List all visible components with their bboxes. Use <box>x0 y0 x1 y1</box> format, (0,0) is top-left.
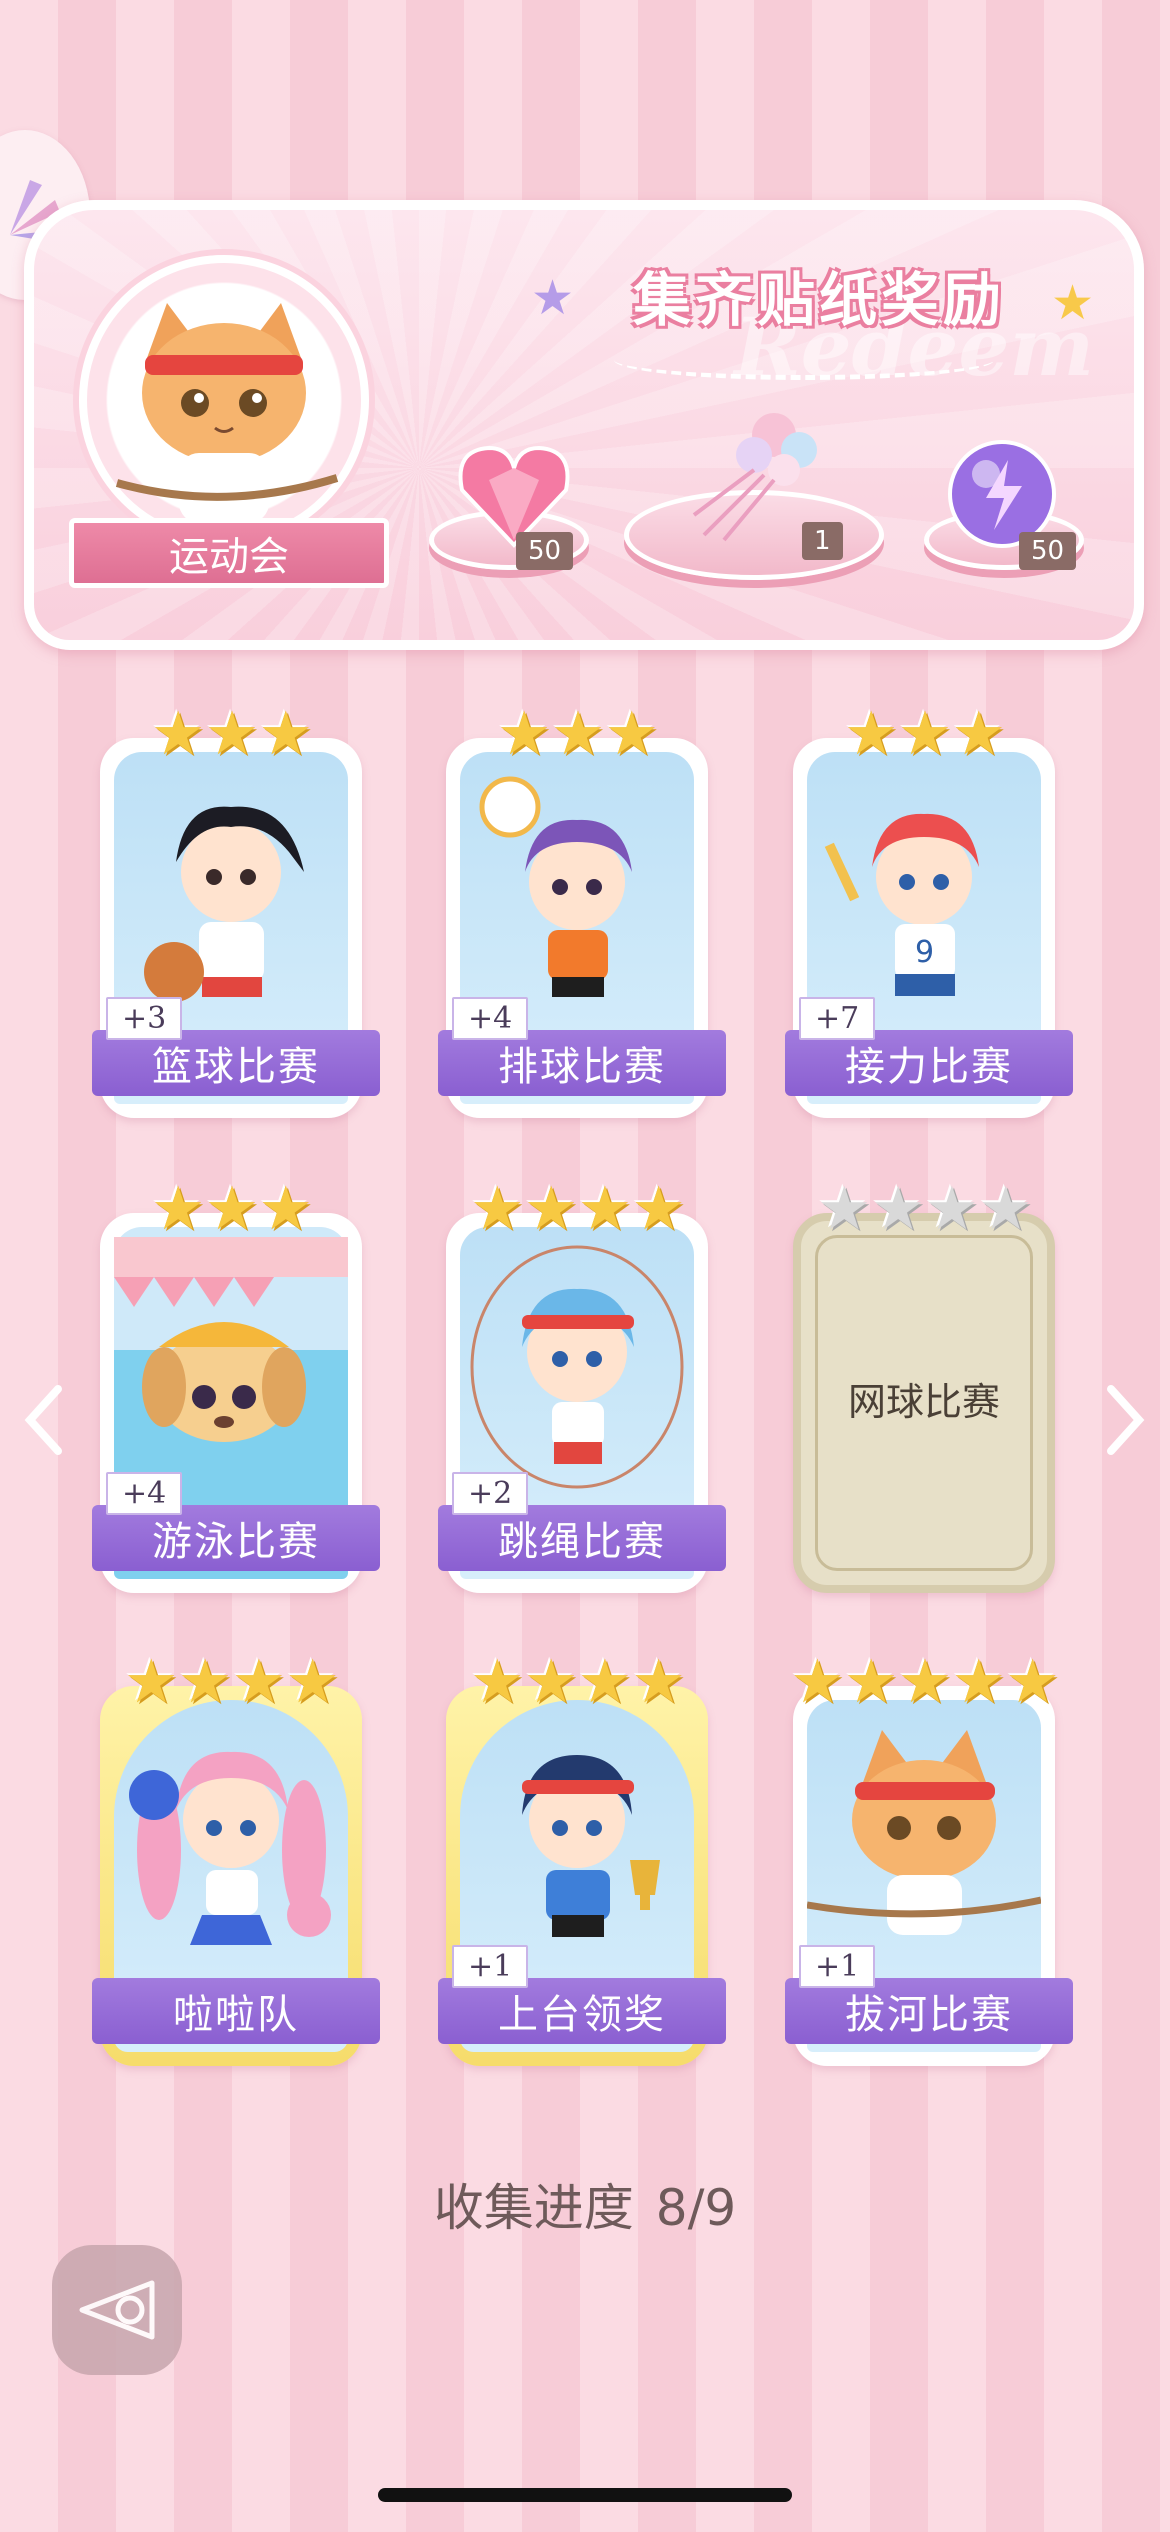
star-icon: ★ <box>524 1647 578 1717</box>
event-name-ribbon: 运动会 <box>69 518 389 588</box>
card-frame: 篮球比赛 +3 <box>92 738 380 1118</box>
sticker-card[interactable]: 网球比赛 ★ ★ ★ ★ <box>785 1175 1055 1593</box>
card-count-badge: +3 <box>106 997 183 1040</box>
sticker-card[interactable]: 啦啦队 ★ ★ ★ ★ <box>92 1648 380 2066</box>
star-icon: ★ <box>951 1647 1006 1717</box>
card-frame: 9 接力比赛 +7 <box>785 738 1073 1118</box>
sticker-card[interactable]: 篮球比赛 +3 ★ ★ ★ <box>92 700 380 1118</box>
gold-star-icon: ★ <box>1050 275 1094 331</box>
star-icon: ★ <box>205 699 259 769</box>
star-rating: ★ ★ ★ <box>92 700 372 764</box>
home-indicator <box>378 2488 792 2502</box>
star-icon: ★ <box>631 1174 686 1244</box>
back-button[interactable] <box>52 2245 182 2375</box>
card-name: 啦啦队 <box>92 1978 380 2044</box>
star-rating: ★ ★ ★ <box>438 700 718 764</box>
star-icon: ★ <box>470 1647 525 1717</box>
prev-page-button[interactable] <box>14 1375 74 1465</box>
star-icon: ★ <box>551 699 605 769</box>
star-icon: ★ <box>604 699 659 769</box>
card-count-badge: +1 <box>452 1945 529 1988</box>
star-icon: ★ <box>178 1647 232 1717</box>
star-icon: ★ <box>844 699 899 769</box>
star-icon: ★ <box>470 1174 525 1244</box>
event-avatar <box>79 255 369 545</box>
card-frame: 拔河比赛 +1 <box>785 1686 1073 2066</box>
headband-cat-icon <box>115 303 339 523</box>
star-rating: ★ ★ ★ <box>785 700 1065 764</box>
star-icon: ★ <box>258 699 313 769</box>
card-count-badge: +1 <box>799 1945 876 1988</box>
star-icon: ★ <box>817 1174 872 1244</box>
star-icon: ★ <box>205 1174 259 1244</box>
star-icon: ★ <box>524 1174 578 1244</box>
sticker-card[interactable]: 拔河比赛 +1 ★ ★ ★ ★ ★ <box>785 1648 1073 2066</box>
purple-star-icon: ★ <box>530 270 574 326</box>
star-icon: ★ <box>124 1647 179 1717</box>
star-icon: ★ <box>631 1647 686 1717</box>
star-icon: ★ <box>285 1647 340 1717</box>
banner-title: 集齐贴纸奖励 <box>632 266 1005 334</box>
card-name: 网球比赛 <box>847 1380 1000 1424</box>
reward-count-badge: 50 <box>1019 532 1077 570</box>
star-icon: ★ <box>790 1647 845 1717</box>
star-icon: ★ <box>898 1647 952 1717</box>
chevron-right-icon <box>1107 1385 1145 1455</box>
reward-count-badge: 50 <box>516 532 574 570</box>
svg-text:9: 9 <box>915 935 934 970</box>
sticker-card[interactable]: 排球比赛 +4 ★ ★ ★ <box>438 700 726 1118</box>
next-page-button[interactable] <box>1095 1375 1155 1465</box>
sticker-card[interactable]: 上台领奖 +1 ★ ★ ★ ★ <box>438 1648 726 2066</box>
star-icon: ★ <box>925 1174 979 1244</box>
card-count-badge: +7 <box>799 997 876 1040</box>
star-icon: ★ <box>951 699 1006 769</box>
progress-label: 收集进度 <box>433 2179 634 2237</box>
card-count-badge: +2 <box>452 1472 529 1515</box>
card-frame: 排球比赛 +4 <box>438 738 726 1118</box>
star-icon: ★ <box>844 1647 899 1717</box>
progress-value: 8/9 <box>655 2179 737 2237</box>
card-frame: 网球比赛 <box>793 1213 1055 1593</box>
star-rating: ★ ★ ★ <box>92 1175 372 1239</box>
reward-count-badge: 1 <box>802 522 843 560</box>
star-icon: ★ <box>578 1647 632 1717</box>
star-icon: ★ <box>151 1174 206 1244</box>
sticker-card[interactable]: 游泳比赛 +4 ★ ★ ★ <box>92 1175 380 1593</box>
collection-progress: 收集进度 8/9 <box>0 2168 1170 2240</box>
sticker-card[interactable]: 9 接力比赛 +7 ★ ★ ★ <box>785 700 1073 1118</box>
star-icon: ★ <box>578 1174 632 1244</box>
card-count-badge: +4 <box>106 1472 183 1515</box>
star-icon: ★ <box>978 1174 1033 1244</box>
star-icon: ★ <box>151 699 206 769</box>
star-rating: ★ ★ ★ ★ <box>438 1175 718 1239</box>
card-frame: 游泳比赛 +4 <box>92 1213 380 1593</box>
banner-title-wrap: 集齐贴纸奖励 <box>584 250 1054 340</box>
card-frame: 啦啦队 <box>92 1686 380 2066</box>
star-rating: ★ ★ ★ ★ <box>438 1648 718 1712</box>
star-icon: ★ <box>898 699 952 769</box>
back-arrow-icon <box>79 2280 155 2340</box>
card-frame: 上台领奖 +1 <box>438 1686 726 2066</box>
card-frame: 跳绳比赛 +2 <box>438 1213 726 1593</box>
star-icon: ★ <box>1005 1647 1060 1717</box>
star-icon: ★ <box>258 1174 313 1244</box>
star-rating: ★ ★ ★ ★ <box>92 1648 372 1712</box>
star-rating: ★ ★ ★ ★ <box>785 1175 1065 1239</box>
chevron-left-icon <box>24 1385 62 1455</box>
reward-banner: Redeem ★ ★ 集齐贴纸奖励 运动会 50 1 50 <box>24 200 1144 650</box>
star-icon: ★ <box>497 699 552 769</box>
card-count-badge: +4 <box>452 997 529 1040</box>
sticker-card[interactable]: 跳绳比赛 +2 ★ ★ ★ ★ <box>438 1175 726 1593</box>
star-icon: ★ <box>871 1174 925 1244</box>
star-rating: ★ ★ ★ ★ ★ <box>785 1648 1065 1712</box>
star-icon: ★ <box>232 1647 286 1717</box>
